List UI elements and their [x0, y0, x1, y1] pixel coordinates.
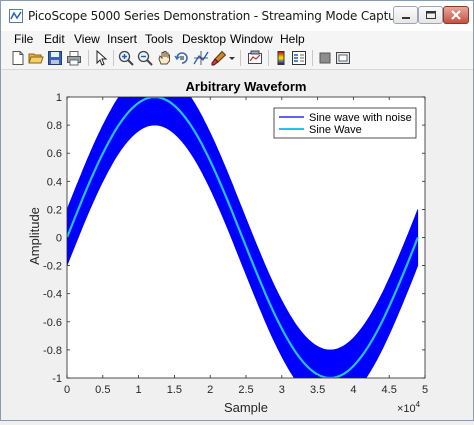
- menu-help[interactable]: Help: [280, 31, 305, 47]
- close-button[interactable]: [443, 6, 469, 24]
- y-tick-label: 1: [56, 92, 62, 104]
- x-axis-label: Sample: [224, 400, 268, 415]
- toolbar-separator: [268, 50, 269, 66]
- toolbar: [1, 47, 473, 70]
- x-tick-label: 3: [279, 384, 285, 396]
- matlab-figure-icon: [9, 9, 23, 23]
- menu-edit[interactable]: Edit: [44, 31, 65, 47]
- minimize-button[interactable]: [393, 6, 418, 24]
- show-plot-tools-icon[interactable]: [335, 50, 351, 66]
- menu-desktop[interactable]: Desktop: [182, 31, 226, 47]
- title-bar[interactable]: PicoScope 5000 Series Demonstration - St…: [1, 1, 473, 31]
- toolbar-separator: [240, 50, 241, 66]
- y-tick-label: 0.4: [47, 176, 62, 188]
- y-tick-label: -0.4: [43, 289, 62, 301]
- toolbar-separator: [113, 50, 114, 66]
- minimize-icon: [402, 17, 410, 19]
- brush-icon[interactable]: [211, 50, 227, 66]
- menu-file[interactable]: File: [14, 31, 33, 47]
- y-tick-label: 0: [56, 233, 62, 245]
- legend-entry: Sine wave with noise: [309, 112, 412, 124]
- x-tick-label: 2: [207, 384, 213, 396]
- legend-icon[interactable]: [291, 50, 307, 66]
- y-tick-label: -0.2: [43, 261, 62, 273]
- y-tick-label: 0.2: [47, 204, 62, 216]
- pan-icon[interactable]: [156, 50, 172, 66]
- x-tick-label: 4.5: [382, 384, 397, 396]
- window-title: PicoScope 5000 Series Demonstration - St…: [28, 9, 408, 23]
- x-tick-label: 4: [350, 384, 356, 396]
- brush-dropdown-icon[interactable]: [228, 50, 236, 66]
- legend[interactable]: Sine wave with noiseSine Wave: [273, 107, 417, 139]
- zoom-in-icon[interactable]: [118, 50, 134, 66]
- chart-title: Arbitrary Waveform: [186, 79, 307, 94]
- new-figure-icon[interactable]: [10, 50, 26, 66]
- x-tick-label: 0.5: [95, 384, 110, 396]
- x-tick-label: 0: [64, 384, 70, 396]
- hide-plot-tools-icon[interactable]: [317, 50, 333, 66]
- maximize-button[interactable]: [418, 6, 443, 24]
- legend-entry: Sine Wave: [309, 124, 362, 136]
- toolbar-separator: [312, 50, 313, 66]
- x-tick-label: 2.5: [238, 384, 253, 396]
- menu-bar: File Edit View Insert Tools Desktop Wind…: [1, 31, 473, 47]
- x-tick-label: 1: [136, 384, 142, 396]
- app-window: PicoScope 5000 Series Demonstration - St…: [0, 0, 474, 421]
- rotate-icon[interactable]: [174, 50, 190, 66]
- save-icon[interactable]: [47, 50, 63, 66]
- figure-area: Arbitrary Waveform 0 0.5 1 1.5 2 2.5 3 3.5 4 4.5 5…: [1, 70, 473, 420]
- data-cursor-icon[interactable]: [193, 50, 209, 66]
- zoom-out-icon[interactable]: [137, 50, 153, 66]
- x-tick-label: 5: [422, 384, 428, 396]
- menu-tools[interactable]: Tools: [145, 31, 173, 47]
- y-tick-label: 0.8: [47, 120, 62, 132]
- open-file-icon[interactable]: [28, 50, 44, 66]
- x-exponent-label: ×104: [397, 400, 421, 415]
- y-tick-label: 0.6: [47, 148, 62, 160]
- pointer-icon[interactable]: [93, 50, 109, 66]
- link-plot-icon[interactable]: [247, 50, 263, 66]
- y-axis-label: Amplitude: [27, 207, 42, 265]
- menu-insert[interactable]: Insert: [107, 31, 137, 47]
- y-tick-label: -0.6: [43, 317, 62, 329]
- print-icon[interactable]: [66, 50, 82, 66]
- colorbar-icon[interactable]: [273, 50, 289, 66]
- menu-window[interactable]: Window: [230, 31, 273, 47]
- y-tick-label: -1: [52, 373, 62, 385]
- menu-view[interactable]: View: [74, 31, 100, 47]
- x-tick-label: 3.5: [310, 384, 325, 396]
- close-icon: [451, 10, 461, 20]
- chart[interactable]: Arbitrary Waveform 0 0.5 1 1.5 2 2.5 3 3.5 4 4.5 5…: [1, 70, 473, 420]
- toolbar-separator: [88, 50, 89, 66]
- y-tick-label: -0.8: [43, 345, 62, 357]
- maximize-icon: [426, 11, 436, 19]
- x-tick-label: 1.5: [167, 384, 182, 396]
